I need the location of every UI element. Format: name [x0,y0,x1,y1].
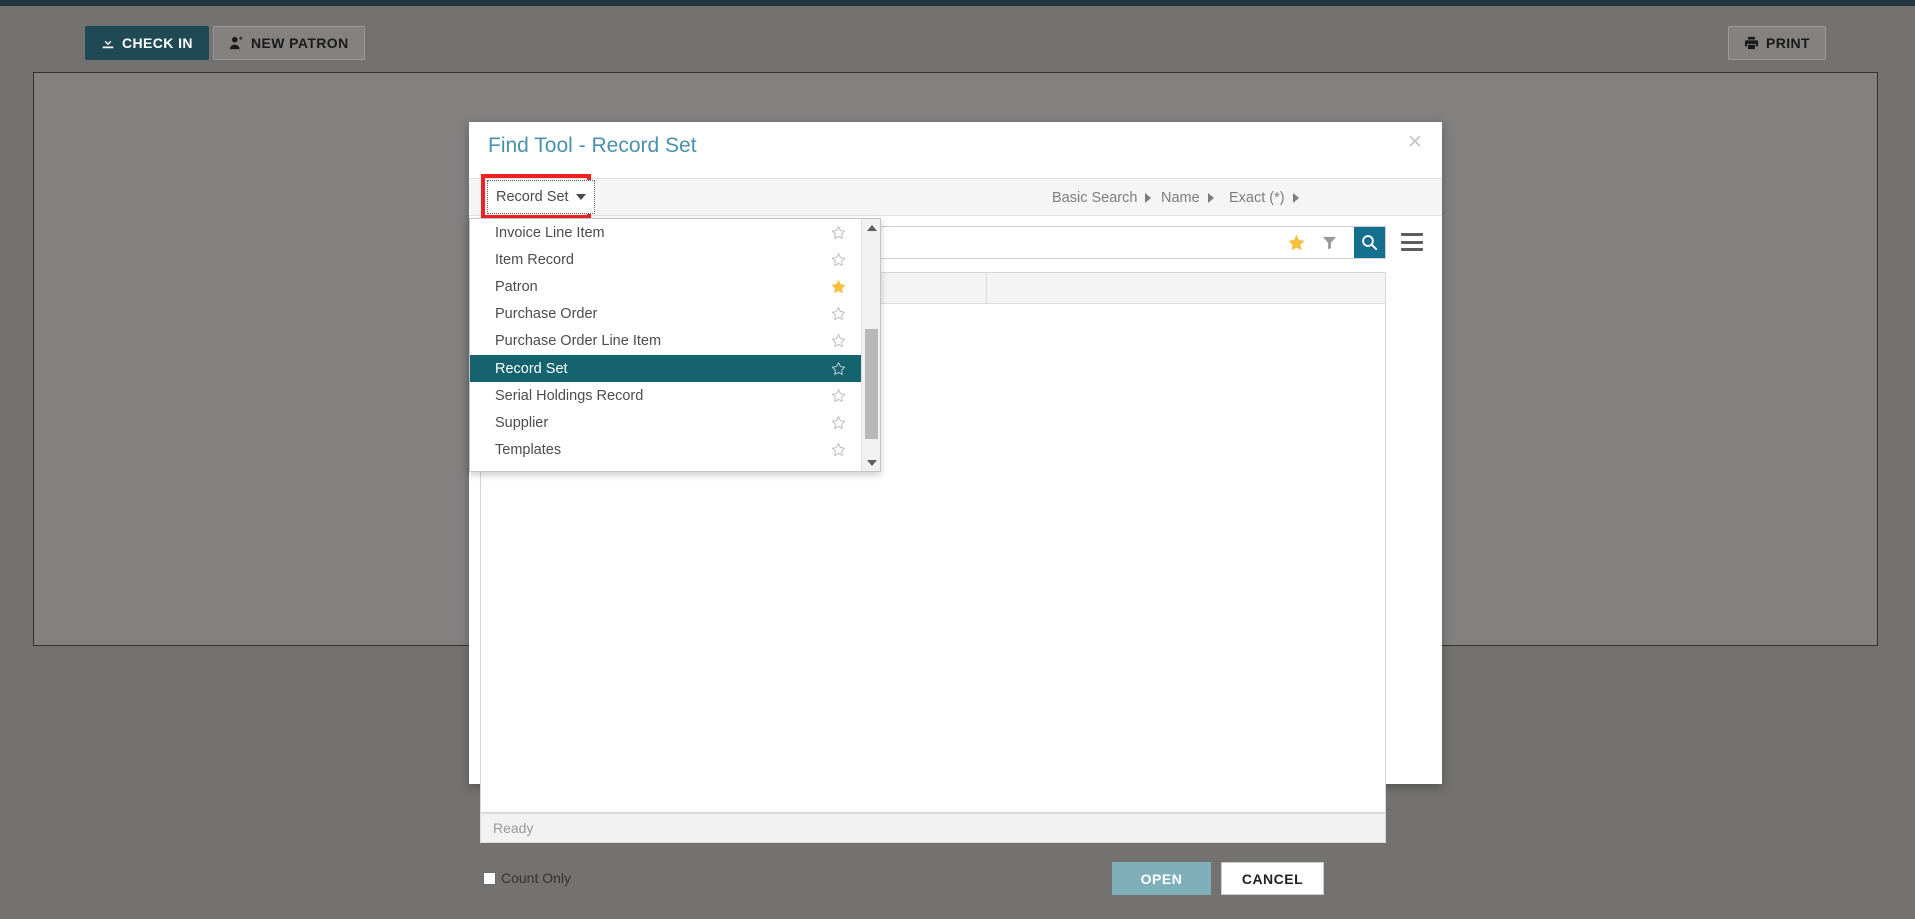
triangle-down-icon[interactable] [862,454,881,471]
breadcrumb-label: Exact (*) [1229,190,1285,206]
record-type-label: Record Set [496,189,569,205]
dropdown-option-label: Item Record [495,251,574,268]
star-outline-icon[interactable] [831,252,846,267]
dropdown-option-label: Purchase Order [495,306,598,323]
user-plus-icon [229,36,244,50]
dropdown-option[interactable]: Record Set [470,354,862,383]
status-text: Ready [493,820,534,836]
check-in-button[interactable]: CHECK IN [85,26,209,60]
dropdown-option[interactable]: Patron [470,273,862,300]
star-outline-icon[interactable] [831,225,846,240]
breadcrumb-basic-search[interactable]: Basic Search [1052,179,1152,217]
record-type-option-list: Invoice Line Item Item Record Patron Purcha… [470,219,862,471]
triangle-up-icon[interactable] [862,219,881,236]
arrow-right-icon [1207,193,1214,203]
dropdown-option-label: Record Set [495,360,568,377]
arrow-right-icon [1292,193,1299,203]
scrollbar-thumb[interactable] [865,329,878,439]
dropdown-option[interactable]: Item Record [470,246,862,273]
dropdown-option-label: Invoice Line Item [495,224,605,241]
hamburger-icon[interactable] [1401,233,1423,251]
chevron-down-icon [575,194,586,200]
dropdown-option-label: Supplier [495,414,549,431]
record-type-dropdown-button[interactable]: Record Set [487,180,595,214]
dropdown-option-label: Patron [495,278,538,295]
dropdown-option[interactable]: Purchase Order Line Item [470,328,862,355]
new-patron-button[interactable]: NEW PATRON [213,26,365,60]
search-criteria-bar: Record Set Basic Search Name Exact (*) [469,174,1442,219]
dialog-titlebar: Find Tool - Record Set ✕ [469,122,1442,178]
print-button[interactable]: PRINT [1728,26,1826,60]
breadcrumb-label: Name [1161,190,1200,206]
dropdown-option[interactable]: Invoice Line Item [470,219,862,246]
breadcrumb-name[interactable]: Name [1161,179,1214,217]
dropdown-option[interactable]: Purchase Order [470,301,862,328]
download-icon [101,36,115,50]
star-outline-icon[interactable] [831,361,846,376]
arrow-right-icon [1145,193,1152,203]
star-outline-icon[interactable] [831,415,846,430]
record-type-dropdown-menu: Invoice Line Item Item Record Patron Purcha… [469,218,881,472]
dropdown-option-label: Templates [495,442,562,459]
search-button[interactable] [1354,227,1385,258]
star-outline-icon[interactable] [831,443,846,458]
dropdown-option-label: Serial Holdings Record [495,387,644,404]
dialog-footer: Count Only OPEN CANCEL [469,857,1442,919]
close-icon[interactable]: ✕ [1404,132,1426,154]
breadcrumb-label: Basic Search [1052,190,1138,206]
dropdown-option[interactable]: Supplier [470,409,862,436]
star-filled-icon[interactable] [1284,226,1308,259]
column-header-extra[interactable] [986,273,1385,304]
printer-icon [1744,36,1759,50]
dropdown-option[interactable]: Serial Holdings Record [470,382,862,409]
star-outline-icon[interactable] [831,307,846,322]
dialog-title: Find Tool - Record Set [488,134,697,157]
dropdown-option-label: Purchase Order Line Item [495,333,662,350]
count-only-checkbox[interactable] [483,871,496,885]
status-bar: Ready [480,813,1386,843]
funnel-icon[interactable] [1318,226,1340,259]
check-in-label: CHECK IN [122,35,193,51]
dropdown-scrollbar[interactable] [861,219,880,471]
star-outline-icon[interactable] [831,388,846,403]
app-toolbar: CHECK IN NEW PATRON PRINT [0,6,1915,66]
count-only-label: Count Only [501,870,572,886]
star-filled-icon[interactable] [831,279,846,294]
count-only-option[interactable]: Count Only [483,870,571,886]
dropdown-option[interactable]: Templates [470,437,862,464]
star-outline-icon[interactable] [831,334,846,349]
print-label: PRINT [1766,35,1810,51]
breadcrumb-exact[interactable]: Exact (*) [1229,179,1299,217]
new-patron-label: NEW PATRON [251,35,349,51]
